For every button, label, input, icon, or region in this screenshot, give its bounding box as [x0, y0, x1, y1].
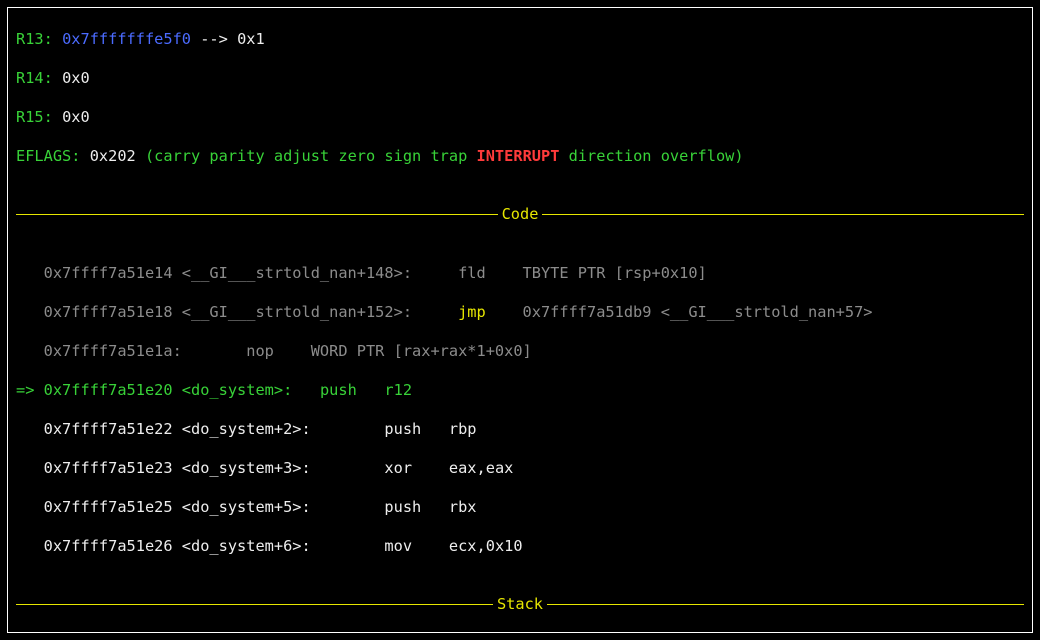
section-header-code: Code	[16, 205, 1024, 225]
disasm-line: 0x7ffff7a51e25 <do_system+5>: push rbx	[16, 498, 1024, 518]
reg-r15: R15: 0x0	[16, 108, 1024, 128]
section-header-stack: Stack	[16, 595, 1024, 615]
disasm-line: 0x7ffff7a51e14 <__GI___strtold_nan+148>:…	[16, 264, 1024, 284]
reg-eflags: EFLAGS: 0x202 (carry parity adjust zero …	[16, 147, 1024, 167]
disasm-line: 0x7ffff7a51e26 <do_system+6>: mov ecx,0x…	[16, 537, 1024, 557]
reg-r13: R13: 0x7fffffffe5f0 --> 0x1	[16, 30, 1024, 50]
disasm-line: 0x7ffff7a51e23 <do_system+3>: xor eax,ea…	[16, 459, 1024, 479]
disasm-line: 0x7ffff7a51e1a: nop WORD PTR [rax+rax*1+…	[16, 342, 1024, 362]
terminal-window[interactable]: R13: 0x7fffffffe5f0 --> 0x1 R14: 0x0 R15…	[0, 0, 1040, 640]
disasm-line: 0x7ffff7a51e18 <__GI___strtold_nan+152>:…	[16, 303, 1024, 323]
disasm-line: 0x7ffff7a51e22 <do_system+2>: push rbp	[16, 420, 1024, 440]
disasm-current-line: => 0x7ffff7a51e20 <do_system>: push r12	[16, 381, 1024, 401]
reg-r14: R14: 0x0	[16, 69, 1024, 89]
